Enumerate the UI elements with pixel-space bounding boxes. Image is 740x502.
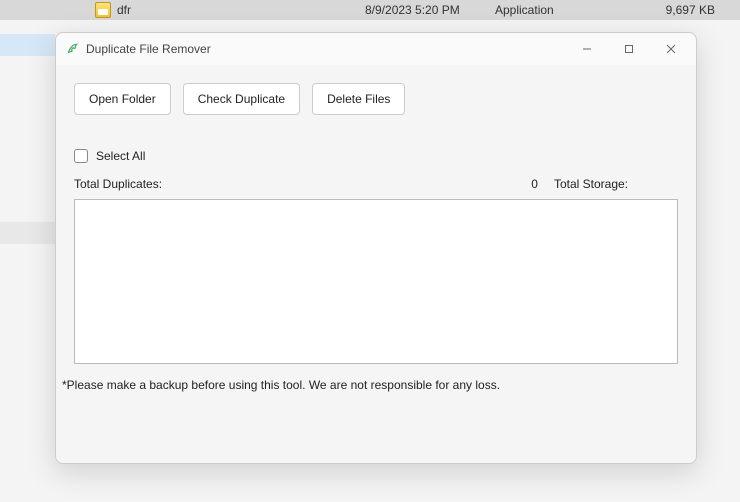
explorer-file-row[interactable]: dfr 8/9/2023 5:20 PM Application 9,697 K…	[0, 0, 740, 20]
window-title: Duplicate File Remover	[86, 42, 566, 56]
duplicates-listbox[interactable]	[74, 199, 678, 364]
delete-files-button[interactable]: Delete Files	[312, 83, 405, 115]
file-type: Application	[495, 3, 627, 17]
select-all-row: Select All	[56, 115, 696, 169]
select-all-label: Select All	[96, 149, 145, 163]
file-icon	[95, 2, 111, 18]
total-storage-label: Total Storage:	[554, 177, 628, 191]
stats-row: Total Duplicates: 0 Total Storage:	[56, 169, 696, 197]
total-duplicates-value: 0	[531, 177, 538, 191]
close-button[interactable]	[650, 35, 692, 63]
file-name: dfr	[117, 3, 365, 17]
disclaimer-text: *Please make a backup before using this …	[56, 364, 696, 392]
toolbar: Open Folder Check Duplicate Delete Files	[56, 65, 696, 115]
file-date: 8/9/2023 5:20 PM	[365, 3, 495, 17]
check-duplicate-button[interactable]: Check Duplicate	[183, 83, 300, 115]
minimize-button[interactable]	[566, 35, 608, 63]
open-folder-button[interactable]: Open Folder	[74, 83, 171, 115]
window-controls	[566, 35, 692, 63]
bg-strip	[0, 222, 55, 244]
maximize-button[interactable]	[608, 35, 650, 63]
selection-strip	[0, 34, 55, 56]
file-size: 9,697 KB	[627, 3, 740, 17]
feather-icon	[64, 41, 80, 57]
titlebar[interactable]: Duplicate File Remover	[56, 33, 696, 65]
total-duplicates-label: Total Duplicates:	[74, 177, 162, 191]
select-all-checkbox[interactable]	[74, 149, 88, 163]
app-window: Duplicate File Remover Open Folder Check…	[55, 32, 697, 464]
